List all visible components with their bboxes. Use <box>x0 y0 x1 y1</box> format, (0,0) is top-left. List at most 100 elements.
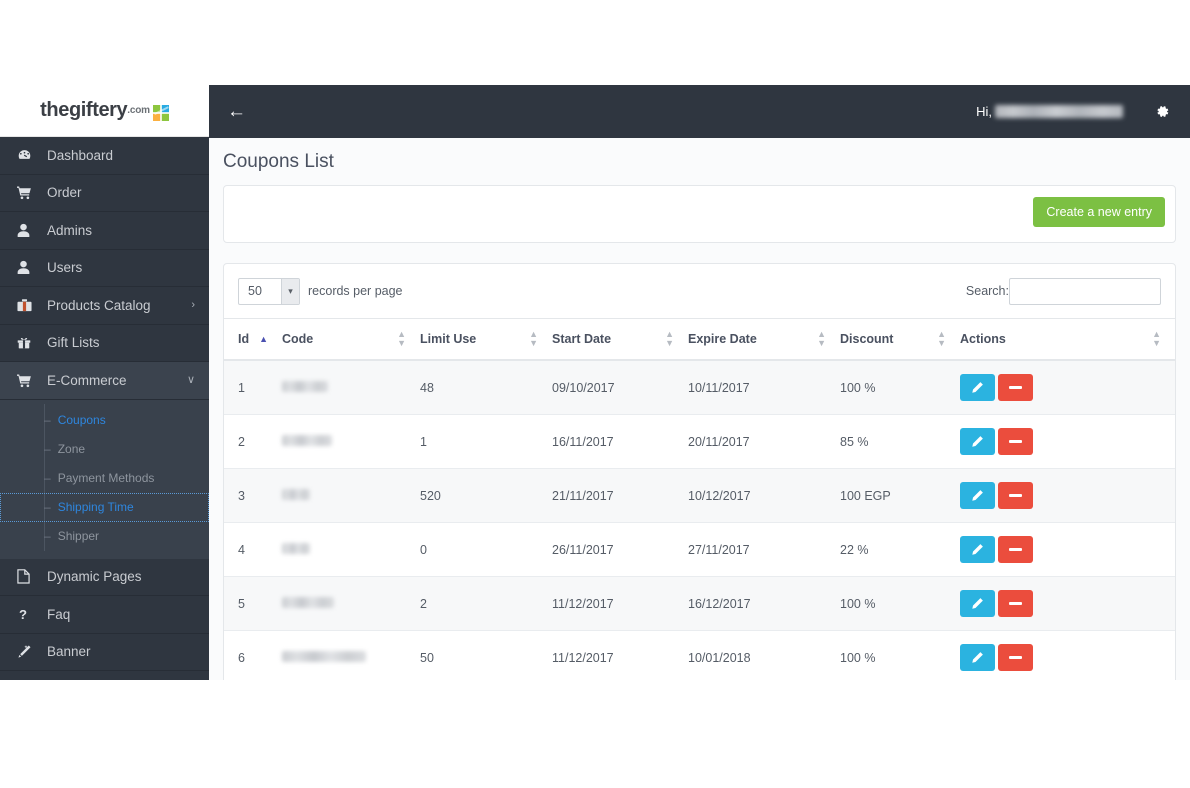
chevron-down-icon: ∨ <box>186 373 195 386</box>
gift-icon <box>17 335 39 350</box>
back-arrow-icon[interactable]: ← <box>227 102 246 121</box>
sidebar-item-label: Admins <box>47 222 93 238</box>
cell-id: 1 <box>224 359 282 415</box>
delete-row-button[interactable] <box>998 374 1033 401</box>
delete-row-button[interactable] <box>998 590 1033 617</box>
question-icon: ? <box>17 607 39 622</box>
gear-icon[interactable] <box>1155 104 1170 119</box>
briefcase-icon <box>17 298 39 313</box>
cell-discount: 22 % <box>840 522 960 577</box>
sidebar-item-order[interactable]: Order <box>0 175 209 212</box>
column-header-actions[interactable]: Actions ▲ ▼ <box>960 318 1175 361</box>
dash-marker: – <box>44 442 51 456</box>
dash-marker: – <box>44 471 51 485</box>
sidebar-subitem-coupons[interactable]: – Coupons <box>0 406 209 435</box>
cell-start-date: 09/10/2017 <box>552 359 688 415</box>
code-redacted <box>282 596 334 608</box>
sidebar-item-gift-lists[interactable]: Gift Lists <box>0 325 209 362</box>
cell-discount: 100 % <box>840 630 960 680</box>
sidebar-item-e-commerce[interactable]: E-Commerce ∨ <box>0 362 209 400</box>
sidebar-subitem-label: Zone <box>57 442 86 456</box>
gift-logo-icon <box>152 104 169 121</box>
user-icon <box>17 223 39 238</box>
cell-code <box>282 468 420 523</box>
cell-expire-date: 20/11/2017 <box>688 414 840 469</box>
sort-both-icon: ▲ ▼ <box>817 329 826 348</box>
cell-code <box>282 630 420 680</box>
sidebar-item-banner[interactable]: Banner <box>0 634 209 671</box>
column-header-limit-use[interactable]: Limit Use ▲ ▼ <box>420 318 552 361</box>
cell-discount: 100 % <box>840 359 960 415</box>
wand-icon <box>17 644 39 659</box>
sidebar-item-dashboard[interactable]: Dashboard <box>0 137 209 175</box>
edit-row-button[interactable] <box>960 644 995 671</box>
sidebar-item-faq[interactable]: ? Faq <box>0 596 209 634</box>
minus-icon <box>1009 548 1022 551</box>
cell-discount: 100 % <box>840 576 960 631</box>
main-content: Coupons List Create a new entry 50 ▾ rec… <box>209 138 1190 680</box>
delete-row-button[interactable] <box>998 536 1033 563</box>
page-title: Coupons List <box>223 151 334 172</box>
svg-text:?: ? <box>19 607 27 622</box>
cell-limit-use: 520 <box>420 468 552 523</box>
edit-row-button[interactable] <box>960 590 995 617</box>
search-input[interactable] <box>1009 277 1161 305</box>
cart-icon <box>17 373 39 388</box>
code-redacted <box>282 380 328 392</box>
file-icon <box>17 569 39 584</box>
cart-icon <box>17 185 39 200</box>
column-header-code[interactable]: Code ▲ ▼ <box>282 318 420 361</box>
table-header-row: Id ▲ Code ▲ ▼ Limit Use ▲ ▼ Start Date ▲ ▼ Expi… <box>224 318 1175 361</box>
coupons-table: Id ▲ Code ▲ ▼ Limit Use ▲ ▼ Start Date ▲ ▼ Expi… <box>224 318 1175 680</box>
sidebar-subitem-shipping-time[interactable]: – Shipping Time <box>0 492 209 522</box>
code-redacted <box>282 542 310 554</box>
sidebar-item-label: Dynamic Pages <box>47 569 142 585</box>
edit-row-button[interactable] <box>960 374 995 401</box>
sidebar-subitem-payment-methods[interactable]: – Payment Methods <box>0 464 209 493</box>
column-header-id[interactable]: Id ▲ <box>224 318 282 361</box>
sidebar-item-label: Faq <box>47 606 71 622</box>
cell-expire-date: 10/01/2018 <box>688 630 840 680</box>
delete-row-button[interactable] <box>998 428 1033 455</box>
cell-start-date: 26/11/2017 <box>552 522 688 577</box>
cell-limit-use: 0 <box>420 522 552 577</box>
edit-row-button[interactable] <box>960 536 995 563</box>
sidebar: thegiftery .com Dashboard Order Admins U… <box>0 85 209 680</box>
records-per-page-select[interactable]: 50 ▾ <box>238 277 300 305</box>
brand-logo[interactable]: thegiftery .com <box>0 85 209 137</box>
column-label: Limit Use <box>420 332 477 346</box>
user-email-redacted <box>995 105 1123 118</box>
sidebar-item-dynamic-pages[interactable]: Dynamic Pages <box>0 559 209 596</box>
create-new-entry-button[interactable]: Create a new entry <box>1033 197 1165 227</box>
cell-expire-date: 16/12/2017 <box>688 576 840 631</box>
greeting-text: Hi, <box>976 104 992 119</box>
edit-row-button[interactable] <box>960 482 995 509</box>
sidebar-subitem-zone[interactable]: – Zone <box>0 435 209 464</box>
user-icon <box>17 260 39 275</box>
sidebar-item-users[interactable]: Users <box>0 250 209 287</box>
minus-icon <box>1009 386 1022 389</box>
sidebar-subitem-label: Shipper <box>57 529 100 543</box>
cell-expire-date: 27/11/2017 <box>688 522 840 577</box>
cell-actions <box>960 576 1175 631</box>
column-label: Start Date <box>552 332 612 346</box>
cell-actions <box>960 630 1175 680</box>
column-header-discount[interactable]: Discount ▲ ▼ <box>840 318 960 361</box>
delete-row-button[interactable] <box>998 644 1033 671</box>
edit-row-button[interactable] <box>960 428 995 455</box>
cell-discount: 100 EGP <box>840 468 960 523</box>
records-per-page-value: 50 <box>248 284 262 298</box>
column-header-start-date[interactable]: Start Date ▲ ▼ <box>552 318 688 361</box>
sidebar-subitem-shipper[interactable]: – Shipper <box>0 522 209 551</box>
table-row: 1 48 09/10/2017 10/11/2017 100 % <box>224 359 1175 415</box>
sidebar-item-products-catalog[interactable]: Products Catalog › <box>0 287 209 325</box>
brand-tld: .com <box>127 105 150 116</box>
cell-code <box>282 576 420 631</box>
sidebar-item-admins[interactable]: Admins <box>0 212 209 250</box>
delete-row-button[interactable] <box>998 482 1033 509</box>
minus-icon <box>1009 656 1022 659</box>
sort-asc-icon: ▲ <box>259 333 268 344</box>
column-header-expire-date[interactable]: Expire Date ▲ ▼ <box>688 318 840 361</box>
cell-actions <box>960 522 1175 577</box>
coupons-table-card: 50 ▾ records per page Search: Id ▲ Code ▲ ▼… <box>223 263 1176 680</box>
